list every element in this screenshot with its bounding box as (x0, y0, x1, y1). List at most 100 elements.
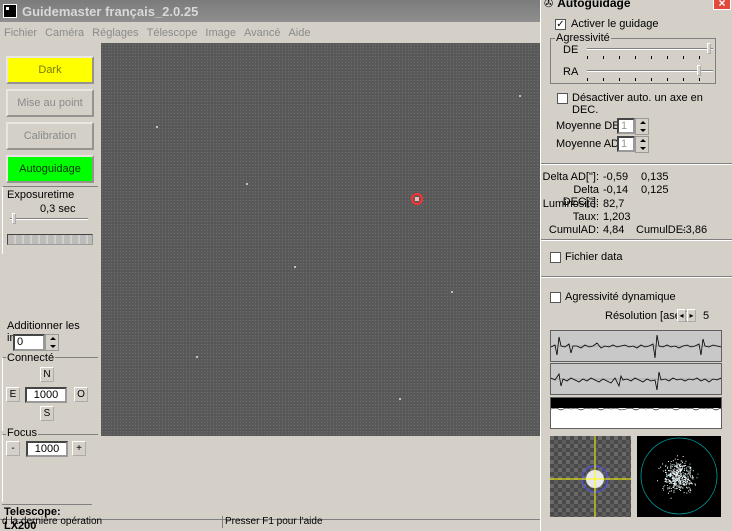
scatter-point (681, 466, 683, 467)
add-images-spinner[interactable] (45, 334, 59, 351)
avg-ad-spinner[interactable] (635, 136, 649, 153)
focus-step-field[interactable]: 1000 (26, 441, 68, 457)
scatter-point (685, 460, 687, 462)
scatter-point (670, 463, 672, 465)
focus-minus-button[interactable]: - (6, 441, 20, 456)
menu-image[interactable]: Image (201, 27, 240, 39)
south-button[interactable]: S (40, 406, 54, 421)
rate-label: Taux: (572, 211, 599, 223)
north-button[interactable]: N (40, 367, 54, 382)
luminosity-trace (551, 407, 721, 428)
scatter-point (676, 472, 677, 474)
scatter-point (680, 475, 682, 477)
scatter-point (688, 486, 690, 488)
scatter-point (674, 473, 676, 475)
scatter-point (680, 466, 682, 467)
add-images-field[interactable]: 0 (13, 334, 45, 351)
data-file-label: Fichier data (565, 251, 623, 263)
scatter-point (675, 474, 677, 476)
scatter-point (682, 479, 684, 481)
scatter-point (678, 475, 680, 477)
data-file-checkbox[interactable] (550, 252, 561, 263)
scatter-point (668, 473, 670, 475)
scatter-point (664, 481, 666, 483)
autoguide-button[interactable]: Autoguidage (6, 155, 94, 183)
scatter-point (676, 485, 677, 487)
scatter-point (668, 479, 670, 481)
scatter-point (671, 472, 673, 474)
east-button[interactable]: E (6, 387, 20, 402)
focus-mode-button[interactable]: Mise au point (6, 89, 94, 117)
scatter-point (677, 475, 679, 477)
de-slider-thumb[interactable] (707, 43, 711, 54)
calibration-button[interactable]: Calibration (6, 122, 94, 150)
avg-ad-field[interactable]: 1 (617, 136, 635, 152)
de-slider[interactable] (587, 48, 713, 50)
ra-slider-thumb[interactable] (697, 65, 701, 76)
scatter-point (660, 466, 662, 468)
scatter-point (692, 478, 694, 480)
disable-axis-checkbox[interactable] (557, 93, 568, 104)
scatter-point (670, 465, 672, 467)
scatter-point (686, 474, 688, 476)
scatter-point (694, 484, 696, 486)
resolution-increase-button[interactable]: ▸ (687, 309, 696, 322)
separator (541, 163, 732, 165)
star (451, 291, 453, 293)
activate-guiding-checkbox[interactable]: ✓ (555, 19, 566, 30)
menu-reglages[interactable]: Réglages (88, 27, 142, 39)
dynamic-aggressivity-checkbox[interactable] (550, 292, 561, 303)
guide-star-marker[interactable] (411, 193, 423, 205)
scatter-point (671, 483, 673, 485)
close-button[interactable]: × (713, 0, 731, 10)
avg-dec-field[interactable]: 1 (617, 118, 635, 134)
star (519, 95, 521, 97)
avg-dec-spinner[interactable] (635, 118, 649, 135)
menu-avance[interactable]: Avancé (240, 27, 285, 39)
scatter-point (658, 467, 660, 469)
focus-plus-button[interactable]: + (72, 441, 86, 456)
cumul-ad-label: CumulAD: (548, 224, 599, 236)
star (246, 183, 248, 185)
scatter-point (679, 486, 681, 488)
scatter-point (673, 470, 675, 471)
camera-view[interactable] (101, 43, 540, 436)
dark-button[interactable]: Dark (6, 56, 94, 84)
delta-ad-label: Delta AD["]: (542, 171, 599, 183)
scatter-point (678, 469, 680, 470)
scatter-point (672, 476, 674, 478)
scatter-point (671, 481, 673, 483)
exposure-slider[interactable] (10, 218, 88, 220)
scatter-point (683, 492, 685, 494)
ra-slider[interactable] (587, 70, 713, 72)
resolution-decrease-button[interactable]: ◂ (677, 309, 686, 322)
scatter-point (679, 476, 681, 478)
autoguide-title: Autoguidage (557, 0, 631, 10)
scatter-point (674, 482, 676, 484)
scatter-point (688, 471, 690, 473)
scatter-point (665, 464, 667, 466)
scatter-point (678, 481, 680, 483)
menu-camera[interactable]: Caméra (41, 27, 88, 39)
west-button[interactable]: O (74, 387, 88, 402)
menu-telescope[interactable]: Télescope (143, 27, 202, 39)
scatter-point (687, 477, 689, 479)
exposure-slider-thumb[interactable] (12, 213, 16, 224)
ra-label: RA (563, 66, 579, 78)
menu-fichier[interactable]: Fichier (0, 27, 41, 39)
main-titlebar[interactable]: Guidemaster français_2.0.25 (0, 0, 540, 22)
scatter-point (690, 467, 692, 469)
scatter-point (679, 465, 681, 467)
scatter-point (684, 483, 686, 485)
scatter-point (677, 468, 679, 470)
menu-aide[interactable]: Aide (284, 27, 314, 39)
scatter-point (674, 472, 675, 474)
autoguide-titlebar[interactable]: ✇ Autoguidage × (541, 0, 732, 11)
scatter-point (669, 482, 671, 484)
guide-speed-field[interactable]: 1000 (25, 387, 67, 403)
scatter-point (678, 484, 680, 486)
scatter-point (680, 478, 682, 480)
scatter-point (680, 473, 682, 475)
left-panel: Dark Mise au point Calibration Autoguida… (0, 43, 100, 503)
scatter-point (692, 475, 693, 477)
